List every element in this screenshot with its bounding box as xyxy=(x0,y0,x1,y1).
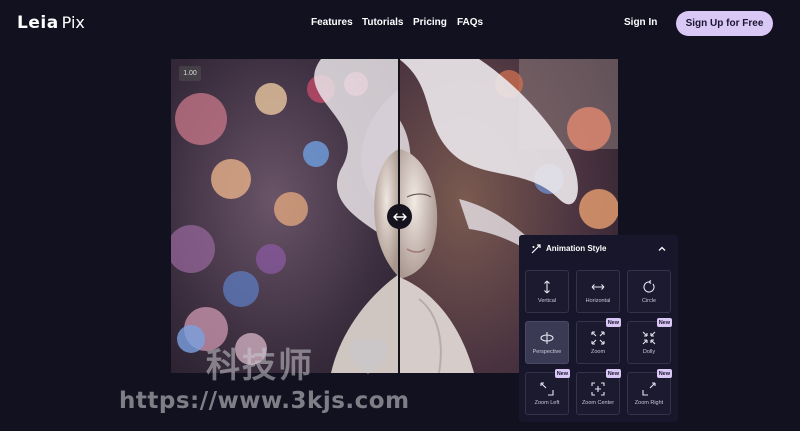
new-badge: New xyxy=(656,318,672,327)
style-label: Vertical xyxy=(537,298,557,304)
leiapix-logo[interactable]: Leia Pix xyxy=(17,13,85,33)
style-label: Zoom Center xyxy=(581,400,615,406)
heart-watermark-icon xyxy=(349,339,387,374)
style-label: Horizontal xyxy=(585,298,611,304)
panel-title: Animation Style xyxy=(546,244,607,253)
nav-link-faqs[interactable]: FAQs xyxy=(457,17,483,28)
watermark-text: 科技师 xyxy=(206,346,314,386)
new-badge: New xyxy=(605,318,621,327)
logo-wordmark-bold: Leia xyxy=(17,13,59,33)
style-option-zoom-left[interactable]: Zoom Left New xyxy=(525,369,570,415)
nav-link-features[interactable]: Features xyxy=(311,17,353,28)
top-nav: Leia Pix Features Tutorials Pricing FAQs… xyxy=(0,0,800,46)
zoom-left-icon xyxy=(540,382,554,396)
style-label: Zoom Left xyxy=(534,400,560,406)
original-image xyxy=(171,59,399,373)
zoom-right-icon xyxy=(642,382,656,396)
vertical-arrows-icon xyxy=(544,280,550,294)
zoom-center-icon xyxy=(591,382,605,396)
style-label: Circle xyxy=(641,298,657,304)
style-label: Dolly xyxy=(642,349,656,355)
logo-wordmark-light: Pix xyxy=(61,13,85,32)
style-option-zoom[interactable]: Zoom New xyxy=(576,318,621,364)
style-label: Perspective xyxy=(532,349,562,355)
sign-in-link[interactable]: Sign In xyxy=(624,17,657,28)
new-badge: New xyxy=(605,369,621,378)
chevron-up-icon[interactable] xyxy=(657,244,667,254)
style-option-vertical[interactable]: Vertical xyxy=(525,270,569,313)
watermark-url: https://www.3kjs.com xyxy=(119,388,410,414)
nav-link-pricing[interactable]: Pricing xyxy=(413,17,447,28)
new-badge: New xyxy=(656,369,672,378)
perspective-icon xyxy=(540,332,554,344)
style-option-zoom-center[interactable]: Zoom Center New xyxy=(576,369,621,415)
animation-icon xyxy=(531,244,541,254)
style-option-horizontal[interactable]: Horizontal xyxy=(576,270,620,313)
compare-slider-handle[interactable] xyxy=(387,204,412,229)
nav-link-tutorials[interactable]: Tutorials xyxy=(362,17,403,28)
style-label: Zoom Right xyxy=(634,400,664,406)
animation-style-header[interactable]: Animation Style xyxy=(519,235,678,263)
horizontal-drag-icon xyxy=(392,212,407,221)
style-option-circle[interactable]: Circle xyxy=(627,270,671,313)
animation-style-panel: Animation Style Vertical Horizontal Circ… xyxy=(519,235,678,422)
new-badge: New xyxy=(554,369,570,378)
horizontal-arrows-icon xyxy=(591,284,605,290)
style-option-perspective[interactable]: Perspective xyxy=(525,321,569,364)
sign-up-button[interactable]: Sign Up for Free xyxy=(676,11,773,36)
style-option-zoom-right[interactable]: Zoom Right New xyxy=(627,369,672,415)
style-option-dolly[interactable]: Dolly New xyxy=(627,318,672,364)
circle-arrow-icon xyxy=(643,280,655,293)
zoom-icon xyxy=(591,331,605,345)
dolly-icon xyxy=(642,331,656,345)
zoom-level-badge: 1.00 xyxy=(179,66,201,81)
style-label: Zoom xyxy=(590,349,606,355)
